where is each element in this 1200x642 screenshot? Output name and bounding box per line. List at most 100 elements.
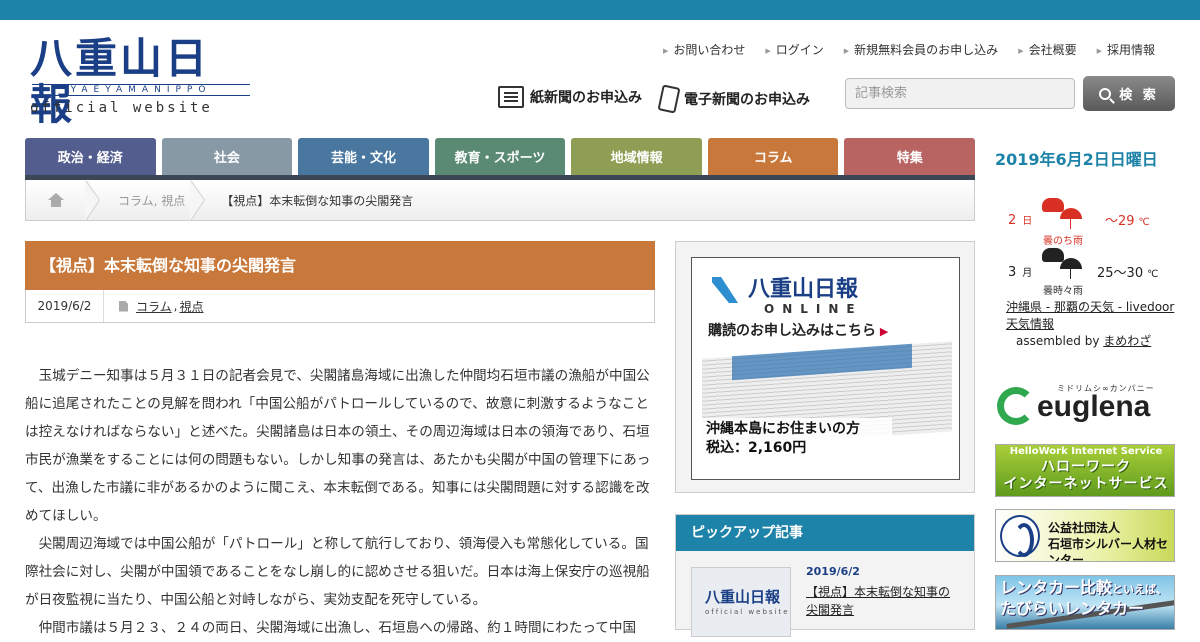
breadcrumb-separator [190, 179, 215, 221]
euglena-banner[interactable]: ミドリムシ∞カンパニー euglena [995, 381, 1175, 434]
nav-feature-label: 特集 [896, 151, 923, 166]
article-date: 2019/6/2 [26, 290, 104, 322]
nav-culture[interactable]: 芸能・文化 [298, 138, 429, 175]
hellowork-line1: ハローワーク [1041, 459, 1131, 475]
nav-politics-label: 政治・経済 [57, 151, 123, 166]
article-paragraph: 玉城デニー知事は５月３１日の記者会見で、尖閣諸島海域に出漁した仲間均石垣市議の漁… [25, 368, 651, 524]
subscription-banner[interactable]: 八重山日報 ONLINE 購読のお申し込みはこちら 沖縄本島にお住まいの方 税込… [691, 257, 960, 480]
nav-feature[interactable]: 特集 [844, 138, 976, 175]
promo-price-band: 沖縄本島にお住まいの方 税込：2,160円 [702, 418, 892, 460]
silver-center-banner[interactable]: 公益社団法人 石垣市シルバー人材センター [995, 509, 1175, 562]
subscription-promo: 八重山日報 ONLINE 購読のお申し込みはこちら 沖縄本島にお住まいの方 税込… [675, 241, 975, 493]
article-paragraph: 尖閣周辺海域では中国公船が「パトロール」と称して航行しており、領海侵入も常態化し… [25, 536, 650, 608]
promo-band-line1: 沖縄本島にお住まいの方 [706, 421, 860, 437]
umbrella-icon [1060, 258, 1082, 279]
promo-logo-icon [712, 277, 738, 303]
article-title: 【視点】本末転倒な知事の尖閣発言 [25, 241, 655, 290]
euglena-logo-icon [997, 387, 1035, 425]
promo-online: ONLINE [764, 302, 863, 316]
assembled-by-link[interactable]: まめわざ [1103, 334, 1151, 348]
pickup-thumb-tag: official website [705, 608, 790, 616]
login-link[interactable]: ログイン [765, 41, 824, 58]
weather-temp: 25～30 ℃ [1097, 262, 1158, 281]
digital-subscribe-button[interactable]: 電子新聞のお申込み [657, 84, 810, 114]
weather-temp-value: ～29 [1105, 214, 1135, 229]
silver-line2: 石垣市シルバー人材センター [1048, 537, 1169, 562]
hellowork-caption: HelloWork Internet Service [1009, 446, 1163, 457]
nav-politics[interactable]: 政治・経済 [25, 138, 156, 175]
article-paragraph: 仲間市議は５月２３、２４の両日、尖閣海域に出漁し、石垣島への帰路、約１時間にわた… [38, 620, 637, 636]
home-icon [48, 193, 64, 207]
cloudy-sometimes-rain-icon [1040, 244, 1086, 280]
nav-column[interactable]: コラム [707, 138, 839, 175]
pickup-articles: ピックアップ記事 八重山日報 official website 2019/6/2… [675, 514, 975, 637]
promo-cta: 購読のお申し込みはこちら [708, 320, 888, 340]
weather-label: 曇時々雨 [1043, 286, 1083, 297]
search-icon [1099, 87, 1112, 100]
weather-source-link[interactable]: 沖縄県 - 那覇の天気 - livedoor 天気情報 [1006, 300, 1174, 331]
document-icon [119, 300, 128, 312]
breadcrumb: コラム, 視点 【視点】本末転倒な知事の尖閣発言 [25, 179, 975, 221]
pickup-heading: ピックアップ記事 [676, 515, 974, 551]
hellowork-banner[interactable]: HelloWork Internet Service ハローワーク インターネッ… [995, 444, 1175, 497]
newspaper-icon [498, 86, 524, 108]
signup-link[interactable]: 新規無料会員のお申し込み [844, 41, 998, 58]
category-separator: , [173, 299, 178, 313]
rent-line1: レンタカー比較 [1000, 578, 1113, 597]
category-link-viewpoint[interactable]: 視点 [179, 298, 203, 315]
category-link-column[interactable]: コラム [136, 298, 172, 315]
silver-line1: 公益社団法人 [1048, 521, 1121, 535]
header-links: お問い合わせ ログイン 新規無料会員のお申し込み 会社概要 採用情報 [663, 41, 1155, 58]
weather-credit: assembled by まめわざ [1006, 333, 1176, 350]
euglena-wordmark: euglena [1037, 390, 1151, 423]
nav-local[interactable]: 地域情報 [571, 138, 702, 175]
assembled-prefix: assembled by [1016, 334, 1100, 348]
weather-temp: ～29 ℃ [1105, 210, 1150, 229]
recruit-link[interactable]: 採用情報 [1097, 41, 1155, 58]
search-button[interactable]: 検 索 [1083, 76, 1175, 111]
nav-society-label: 社会 [213, 151, 240, 166]
breadcrumb-category[interactable]: コラム, 視点 [110, 192, 191, 209]
weather-source: 沖縄県 - 那覇の天気 - livedoor 天気情報 assembled by… [1006, 299, 1176, 350]
pickup-thumbnail[interactable]: 八重山日報 official website [691, 567, 791, 637]
current-date: 2019年6月2日日曜日 [995, 150, 1158, 169]
nav-column-label: コラム [753, 151, 793, 166]
silver-center-logo-icon [1000, 515, 1040, 557]
nav-education-sports[interactable]: 教育・スポーツ [434, 138, 566, 175]
breadcrumb-separator [85, 179, 110, 221]
weather-row: 3月 曇時々雨 25～30 ℃ [995, 244, 1175, 297]
nav-society[interactable]: 社会 [161, 138, 293, 175]
pickup-title-link[interactable]: 【視点】本末転倒な知事の尖閣発言 [806, 583, 956, 619]
article-meta: 2019/6/2 コラム , 視点 [25, 290, 655, 323]
rent-line2: たびらいレンタカー [1000, 599, 1145, 618]
cloud-icon [1042, 198, 1064, 212]
promo-band-line2: 税込：2,160円 [706, 440, 807, 456]
cloud-icon [1042, 248, 1064, 262]
search-input[interactable]: 記事検索 [845, 78, 1075, 109]
contact-link[interactable]: お問い合わせ [663, 41, 745, 58]
smartphone-icon [657, 84, 681, 114]
nav-culture-label: 芸能・文化 [330, 151, 396, 166]
article-categories: コラム , 視点 [104, 290, 203, 322]
weather-temp-unit: ℃ [1147, 269, 1159, 280]
rent-small: といえば、 [1112, 583, 1168, 596]
promo-logo: 八重山日報 [712, 271, 858, 303]
site-logo[interactable]: 八重山日報 YAEYAMANIPPO official website [28, 36, 253, 128]
pickup-date: 2019/6/2 [806, 565, 860, 578]
cloudy-then-rain-icon [1040, 194, 1086, 230]
weather-temp-value: 25～30 [1097, 266, 1144, 281]
hellowork-line2: インターネットサービス [1003, 476, 1169, 492]
hellowork-title: ハローワーク インターネットサービス [996, 459, 1174, 493]
rental-car-text: レンタカー比較といえば、 たびらいレンタカー [1000, 578, 1167, 618]
top-bar [0, 0, 1200, 20]
umbrella-icon [1060, 208, 1082, 229]
company-link[interactable]: 会社概要 [1018, 41, 1077, 58]
paper-subscribe-button[interactable]: 紙新聞のお申込み [498, 86, 642, 108]
logo-romaji: YAEYAMANIPPO [32, 84, 250, 96]
nav-education-sports-label: 教育・スポーツ [454, 151, 546, 166]
search-button-label: 検 索 [1119, 88, 1159, 103]
category-nav: 政治・経済 社会 芸能・文化 教育・スポーツ 地域情報 コラム 特集 [25, 138, 976, 180]
logo-tagline: official website [30, 100, 213, 116]
breadcrumb-home[interactable] [26, 180, 86, 220]
rental-car-banner[interactable]: レンタカー比較といえば、 たびらいレンタカー [995, 575, 1175, 630]
